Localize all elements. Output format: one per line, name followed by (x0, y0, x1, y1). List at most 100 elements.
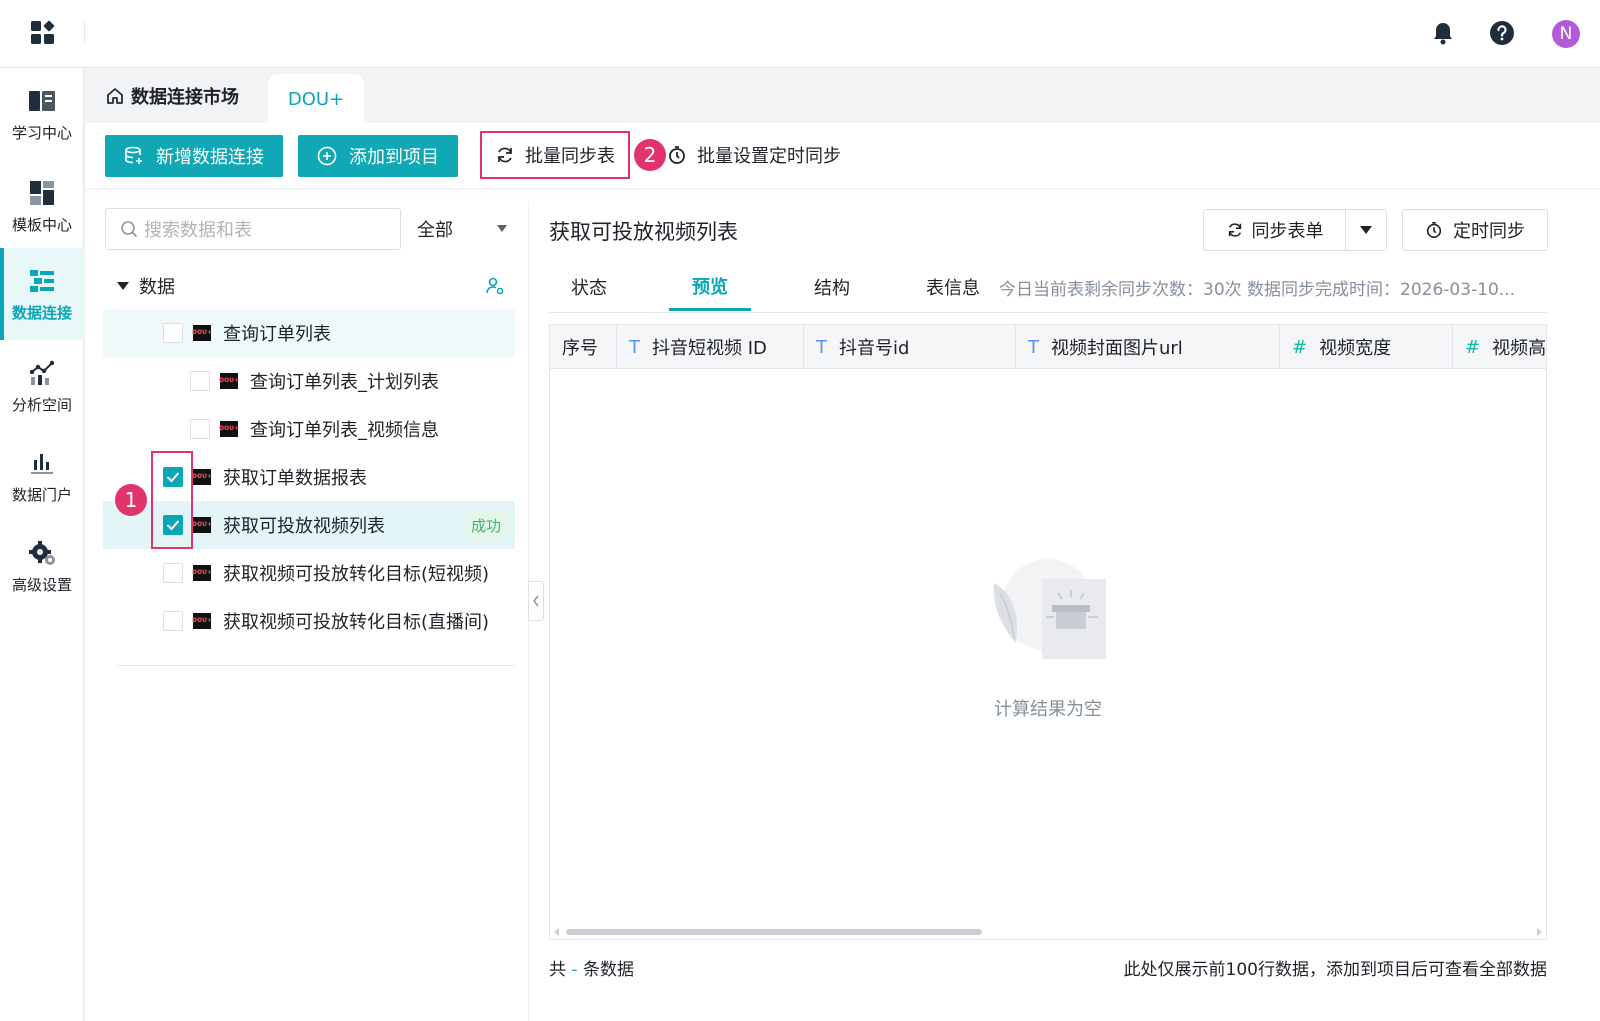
checkbox[interactable] (190, 371, 210, 391)
collapse-panel-button[interactable] (528, 581, 544, 621)
add-to-project-button[interactable]: 添加到项目 (298, 135, 458, 177)
text-type-icon: T (629, 336, 640, 358)
table-info-label: 表信息 (926, 278, 980, 299)
row-count-prefix: 共 (549, 960, 566, 980)
row-count-value: - (571, 960, 578, 980)
tree-item-label: 获取可投放视频列表 (223, 516, 385, 537)
dou-logo-icon: DOU+ (192, 325, 212, 341)
batch-schedule-button[interactable]: 批量设置定时同步 (667, 139, 841, 171)
refresh-icon (1228, 223, 1241, 237)
table-title: 获取可投放视频列表 (549, 220, 738, 244)
search-input[interactable]: 搜索数据和表 (105, 208, 401, 250)
tree-group-data[interactable]: 数据 (105, 268, 515, 304)
button-label: 同步表单 (1251, 221, 1324, 242)
sidebar-item-label: 模板中心 (11, 215, 72, 234)
column-label: 抖音短视频 ID (652, 338, 767, 359)
tree-item[interactable]: DOU+ 获取视频可投放转化目标(直播间) (103, 597, 515, 645)
button-label: 定时同步 (1453, 221, 1525, 242)
template-icon (27, 178, 57, 208)
button-label: 批量设置定时同步 (697, 146, 841, 167)
scope-value: 全部 (417, 220, 453, 241)
bell-icon[interactable] (1428, 18, 1458, 48)
tab-label: 数据连接市场 (131, 87, 239, 108)
checkbox[interactable] (163, 611, 183, 631)
tree-item[interactable]: DOU+ 查询订单列表_计划列表 (103, 357, 515, 405)
status-badge: 成功 (464, 511, 507, 539)
tab-preview[interactable]: 预览 (669, 263, 751, 311)
column-header[interactable]: # 视频宽度 (1280, 325, 1453, 369)
sidebar-item-settings[interactable]: 高级设置 (0, 520, 84, 612)
sync-form-button-group: 同步表单 (1203, 209, 1387, 251)
schedule-sync-button[interactable]: 定时同步 (1402, 209, 1548, 251)
sidebar-item-analysis[interactable]: 分析空间 (0, 340, 84, 432)
tree-item-label: 查询订单列表_视频信息 (250, 420, 439, 441)
column-header[interactable]: T 抖音短视频 ID (617, 325, 804, 369)
tab-structure[interactable]: 结构 (792, 263, 872, 311)
tab-status[interactable]: 状态 (549, 263, 629, 311)
dou-logo-icon: DOU+ (219, 373, 239, 389)
checkbox[interactable] (163, 563, 183, 583)
user-settings-icon[interactable] (485, 276, 505, 296)
page-tabs: 数据连接市场 DOU+ (85, 69, 1600, 124)
column-label: 抖音号id (839, 338, 910, 359)
batch-sync-button[interactable]: 批量同步表 (480, 131, 630, 179)
sidebar-item-label: 学习中心 (11, 123, 72, 142)
column-label: 视频宽度 (1319, 338, 1392, 359)
settings-gear-icon (27, 538, 57, 568)
annotation-box-1 (151, 451, 193, 549)
dou-logo-icon: DOU+ (192, 469, 212, 485)
number-type-icon: # (1465, 336, 1481, 358)
horizontal-scrollbar[interactable] (550, 925, 1546, 939)
sidebar-item-data-connect[interactable]: 数据连接 (0, 248, 84, 340)
column-label: 序号 (562, 338, 598, 359)
tree-item[interactable]: DOU+ 查询订单列表 (103, 309, 515, 357)
caret-down-icon (117, 282, 129, 290)
apps-icon[interactable] (30, 20, 56, 46)
tab-data-market[interactable]: 数据连接市场 (105, 83, 239, 109)
dou-logo-icon: DOU+ (192, 565, 212, 581)
sidebar-item-learning[interactable]: 学习中心 (0, 68, 84, 160)
sync-form-button[interactable]: 同步表单 (1204, 210, 1346, 250)
tree-item[interactable]: DOU+ 查询订单列表_视频信息 (103, 405, 515, 453)
scrollbar-thumb[interactable] (566, 929, 982, 935)
help-icon[interactable] (1487, 18, 1517, 48)
caret-down-icon (1360, 226, 1372, 234)
button-label: 添加到项目 (349, 147, 439, 168)
scope-select[interactable]: 全部 (417, 208, 513, 250)
tree-item[interactable]: DOU+ 获取视频可投放转化目标(短视频) (103, 549, 515, 597)
checkbox[interactable] (190, 419, 210, 439)
detail-tabs: 状态 预览 结构 表信息 今日当前表剩余同步次数：30次 数据同步完成时间：20… (549, 263, 1547, 313)
sidebar-item-label: 数据连接 (11, 303, 72, 322)
table-header: 序号 T 抖音短视频 ID T 抖音号id T 视频封面图片url # 视频宽度… (550, 325, 1546, 369)
sync-dropdown-button[interactable] (1346, 210, 1386, 250)
checkbox[interactable] (163, 323, 183, 343)
preview-note: 此处仅展示前100行数据，添加到项目后可查看全部数据 (1123, 960, 1547, 980)
home-icon (107, 88, 123, 104)
search-placeholder: 搜索数据和表 (144, 220, 252, 241)
sidebar-item-label: 数据门户 (11, 485, 72, 504)
tab-dou-plus[interactable]: DOU+ (268, 74, 364, 124)
sidebar-item-portal[interactable]: 数据门户 (0, 430, 84, 522)
text-type-icon: T (1028, 336, 1039, 358)
scroll-left-icon[interactable] (554, 928, 559, 936)
annotation-badge-1: 1 (115, 484, 147, 516)
column-header[interactable]: # 视频高 (1453, 325, 1546, 369)
divider (117, 665, 515, 666)
column-header[interactable]: 序号 (550, 325, 617, 369)
empty-state-illustration (993, 559, 1106, 659)
new-connection-button[interactable]: 新增数据连接 (105, 135, 283, 177)
row-count: 共 - 条数据 (549, 955, 634, 980)
tree-item-label: 获取视频可投放转化目标(直播间) (223, 612, 490, 633)
avatar[interactable]: N (1552, 20, 1580, 48)
database-add-icon (125, 146, 142, 164)
column-label: 视频封面图片url (1051, 338, 1183, 359)
column-header[interactable]: T 视频封面图片url (1016, 325, 1280, 369)
scroll-right-icon[interactable] (1537, 928, 1542, 936)
annotation-badge-2: 2 (634, 139, 666, 171)
timer-icon (669, 146, 685, 164)
tree-item-label: 获取视频可投放转化目标(短视频) (223, 564, 490, 585)
refresh-icon (498, 147, 512, 163)
sidebar-item-templates[interactable]: 模板中心 (0, 160, 84, 252)
column-header[interactable]: T 抖音号id (804, 325, 1016, 369)
table-info-text: 今日当前表剩余同步次数：30次 数据同步完成时间：2026-03-10... (999, 279, 1516, 300)
